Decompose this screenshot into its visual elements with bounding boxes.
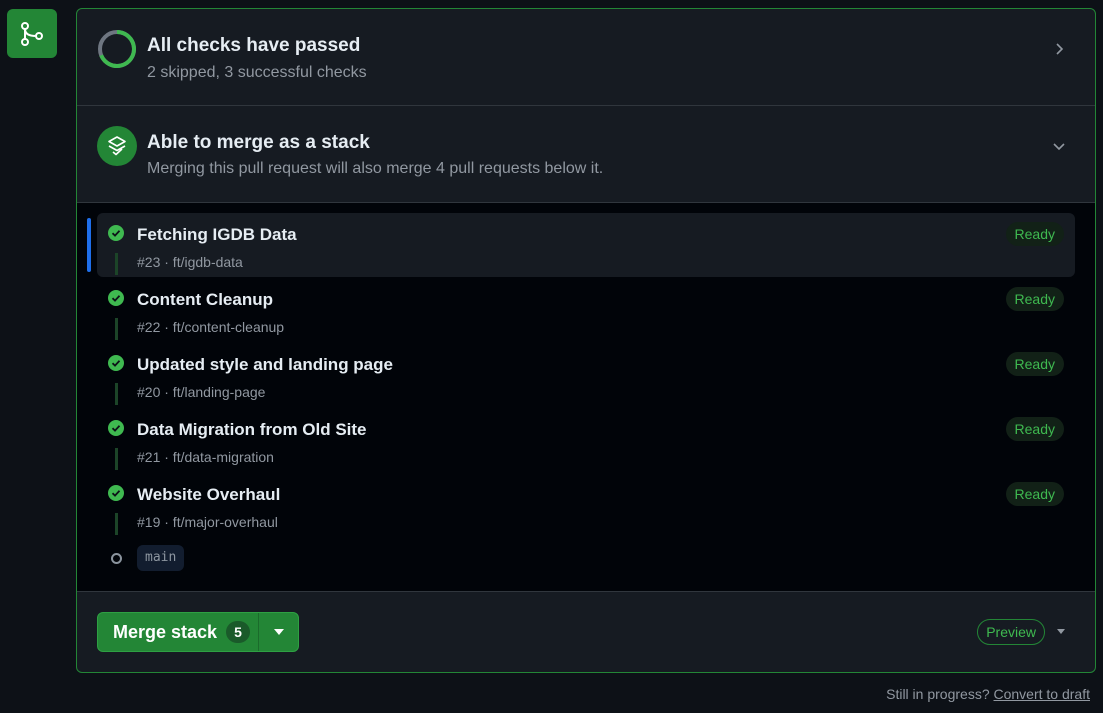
stack-title: Able to merge as a stack [147,132,370,153]
stack-item[interactable]: Content Cleanup #22 · ft/content-cleanup… [97,278,1075,342]
draft-prompt-text: Still in progress? [886,686,990,702]
pr-meta: #22 · ft/content-cleanup [137,319,285,335]
stack-item[interactable]: Updated style and landing page #20 · ft/… [97,343,1075,407]
branch-dot-icon [111,553,122,564]
pr-title[interactable]: Fetching IGDB Data [137,225,297,245]
chevron-right-icon[interactable] [1051,41,1067,57]
check-circle-icon [108,355,124,371]
pr-title[interactable]: Content Cleanup [137,290,273,310]
stack-icon [97,126,137,166]
merge-box: All checks have passed 2 skipped, 3 succ… [76,8,1096,673]
caret-down-icon[interactable] [1055,625,1067,637]
check-circle-icon [108,290,124,306]
merge-stack-button-group: Merge stack 5 [97,612,299,652]
check-circle-icon [108,225,124,241]
status-badge: Ready [1005,222,1064,246]
check-circle-icon [108,420,124,436]
active-indicator [87,218,91,272]
stack-list: Fetching IGDB Data #23 · ft/igdb-data Re… [77,203,1095,592]
pr-meta: #19 · ft/major-overhaul [137,514,278,530]
stack-item[interactable]: Fetching IGDB Data #23 · ft/igdb-data Re… [87,213,1075,277]
chevron-down-icon[interactable] [1051,138,1067,154]
caret-down-icon [273,629,284,635]
draft-prompt: Still in progress? Convert to draft [886,686,1090,702]
checks-title: All checks have passed [147,35,361,56]
check-circle-icon [108,485,124,501]
merge-stack-button[interactable]: Merge stack 5 [98,613,259,651]
stack-connector [115,383,118,405]
status-badge: Ready [1005,287,1064,311]
stack-item[interactable]: Data Migration from Old Site #21 · ft/da… [97,408,1075,472]
stack-connector [115,448,118,470]
pr-meta: #20 · ft/landing-page [137,384,266,400]
pr-meta: #21 · ft/data-migration [137,449,274,465]
stack-section[interactable]: Able to merge as a stack Merging this pu… [77,106,1095,203]
merge-stack-label: Merge stack [113,621,218,642]
stack-connector [115,253,118,275]
status-ring-icon [97,29,137,69]
stack-subtitle: Merging this pull request will also merg… [147,160,604,177]
pr-meta: #23 · ft/igdb-data [137,254,243,270]
pr-title[interactable]: Data Migration from Old Site [137,420,367,440]
base-branch-label: main [137,545,185,571]
git-merge-badge [7,9,57,58]
status-badge: Ready [1005,482,1064,506]
merge-count-badge: 5 [226,621,251,643]
pr-title[interactable]: Updated style and landing page [137,355,393,375]
merge-options-button[interactable] [259,613,298,651]
stack-item[interactable]: Website Overhaul #19 · ft/major-overhaul… [97,473,1075,537]
checks-section[interactable]: All checks have passed 2 skipped, 3 succ… [77,9,1095,106]
status-badge: Ready [1005,352,1064,376]
stack-connector [115,513,118,535]
status-badge: Ready [1005,417,1064,441]
git-merge-icon [21,21,43,46]
stack-connector [115,318,118,340]
pr-title[interactable]: Website Overhaul [137,485,280,505]
convert-to-draft-link[interactable]: Convert to draft [994,686,1091,702]
checks-subtitle: 2 skipped, 3 successful checks [147,64,367,81]
preview-badge: Preview [977,619,1045,645]
